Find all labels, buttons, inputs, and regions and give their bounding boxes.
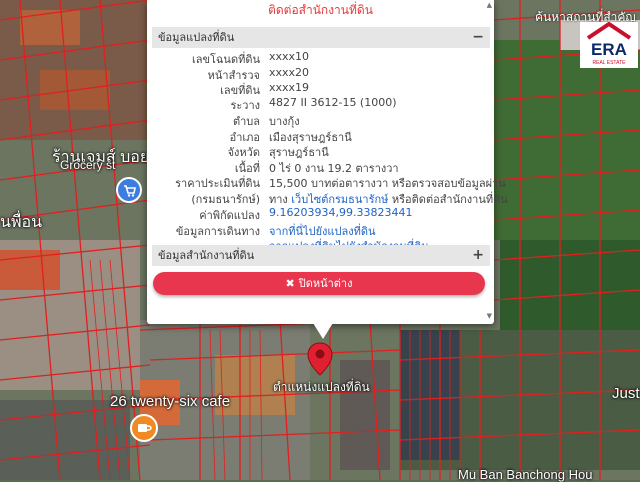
row-subdistrict: ตำบล บางกุ้ง <box>152 112 490 128</box>
row-land-number: เลขที่ดิน xxxx19 <box>152 81 490 97</box>
row-value: xxxx10 <box>269 50 310 63</box>
row-value-post: หรือติดต่อสำนักงานที่ดิน <box>388 193 508 206</box>
close-icon: ✖ <box>285 277 295 290</box>
grocery-marker-icon[interactable] <box>116 177 142 203</box>
row-area: เนื้อที่ 0 ไร่ 0 งาน 19.2 ตารางวา <box>152 159 490 175</box>
row-deed-number: เลขโฉนดที่ดิน xxxx10 <box>152 50 490 66</box>
map-label-parcel-position: ตำแหน่งแปลงที่ดิน <box>273 380 370 394</box>
scroll-up-arrow-icon[interactable]: ▲ <box>487 1 492 9</box>
parcel-info-popup: ติดต่อสำนักงานที่ดิน ▲ ข้อมูลแปลงที่ดิน … <box>147 0 508 324</box>
contact-land-office-link[interactable]: ติดต่อสำนักงานที่ดิน <box>147 1 494 20</box>
row-value: 4827 II 3612-15 (1000) <box>269 96 397 109</box>
close-button-label: ปิดหน้าต่าง <box>298 277 353 290</box>
row-coordinates: ค่าพิกัดแปลง 9.16203934,99.33823441 <box>152 206 490 222</box>
coordinates-link[interactable]: 9.16203934,99.33823441 <box>269 206 412 219</box>
parcel-location-pin-icon[interactable] <box>307 342 333 376</box>
row-value: xxxx20 <box>269 66 310 79</box>
treasury-website-link[interactable]: เว็บไซต์กรมธนารักษ์ <box>291 193 388 206</box>
row-survey-page: หน้าสำรวจ xxxx20 <box>152 66 490 82</box>
row-value: xxxx19 <box>269 81 310 94</box>
section-office-title: ข้อมูลสำนักงานที่ดิน <box>158 249 255 262</box>
row-district: อำเภอ เมืองสุราษฎร์ธานี <box>152 128 490 144</box>
scroll-down-arrow-icon[interactable]: ▼ <box>487 312 492 320</box>
row-travel-info: ข้อมูลการเดินทาง จากที่นี่ไปยังแปลงที่ดิ… <box>152 222 490 238</box>
era-logo-text: ERA <box>591 40 627 59</box>
row-province: จังหวัด สุราษฎร์ธานี <box>152 143 490 159</box>
map-label-right: Just <box>612 385 640 402</box>
expand-icon[interactable]: + <box>472 245 484 266</box>
map-label-grocery: Grocery st <box>60 158 116 172</box>
era-logo: ERA REAL ESTATE <box>580 22 638 68</box>
row-appraised-price: ราคาประเมินที่ดิน 15,500 บาทต่อตารางวา ห… <box>152 174 506 190</box>
row-treasury-dept: (กรมธนารักษ์) ทาง เว็บไซต์กรมธนารักษ์ หร… <box>152 190 507 206</box>
popup-pointer <box>313 323 333 339</box>
section-land-title: ข้อมูลแปลงที่ดิน <box>158 31 235 44</box>
map-label-cafe: 26 twenty-six cafe <box>110 393 231 410</box>
close-window-button[interactable]: ✖ ปิดหน้าต่าง <box>153 272 485 295</box>
row-map-sheet: ระวาง 4827 II 3612-15 (1000) <box>152 96 490 112</box>
collapse-icon[interactable]: − <box>472 27 484 48</box>
section-land-info[interactable]: ข้อมูลแปลงที่ดิน − <box>152 27 490 48</box>
cafe-marker-icon[interactable] <box>130 414 158 442</box>
map-label-place: นพื่อน <box>0 214 43 231</box>
row-value-pre: ทาง <box>269 193 292 206</box>
era-logo-sub: REAL ESTATE <box>593 60 627 66</box>
section-office-info[interactable]: ข้อมูลสำนักงานที่ดิน + <box>152 245 490 266</box>
